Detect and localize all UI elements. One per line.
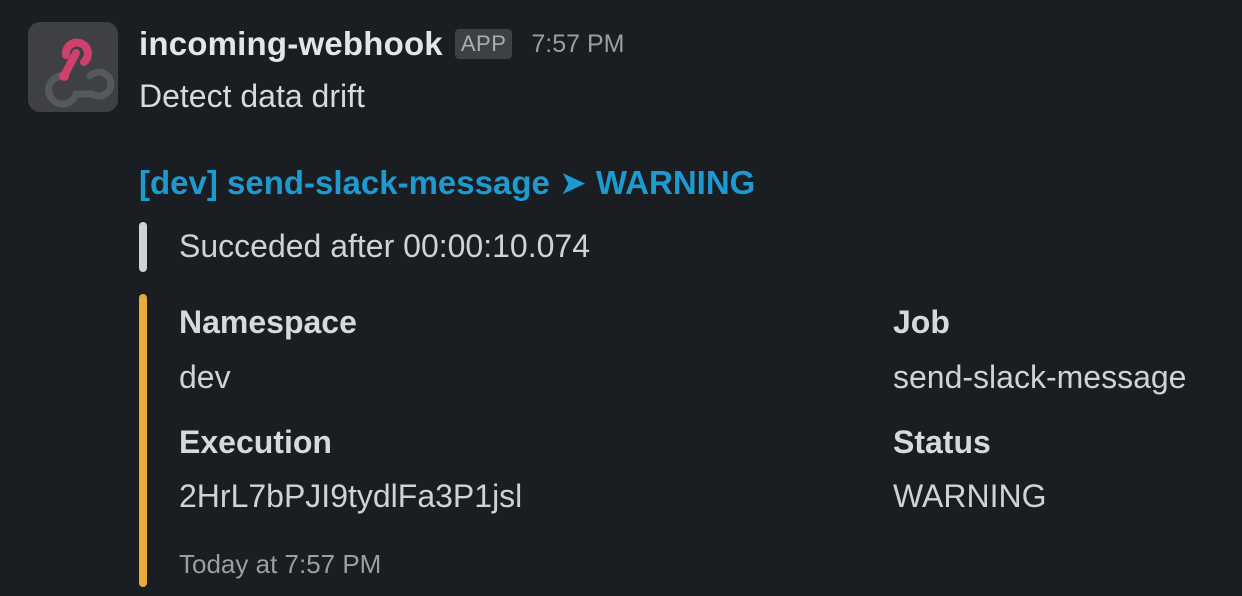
field-value-namespace: dev <box>179 359 231 395</box>
webhook-icon <box>45 38 115 108</box>
warning-accent-bar <box>139 294 147 587</box>
avatar[interactable] <box>28 22 118 112</box>
field-label-job: Job <box>893 304 950 340</box>
message-timestamp[interactable]: 7:57 PM <box>531 30 624 59</box>
field-value-status: WARNING <box>893 478 1047 514</box>
field-label-execution: Execution <box>179 424 332 460</box>
message-header: incoming-webhook APP 7:57 PM <box>139 22 625 66</box>
attachment-title-link[interactable]: [dev] send-slack-message ➤ WARNING <box>139 163 755 202</box>
attachment-footer-timestamp[interactable]: Today at 7:57 PM <box>179 549 381 580</box>
app-badge: APP <box>454 29 513 59</box>
field-label-status: Status <box>893 424 991 460</box>
message-text: Detect data drift <box>139 78 365 114</box>
message: incoming-webhook APP 7:57 PM Detect data… <box>0 0 1242 596</box>
field-value-execution: 2HrL7bPJI9tydlFa3P1jsl <box>179 478 523 514</box>
field-value-job: send-slack-message <box>893 359 1187 395</box>
field-label-namespace: Namespace <box>179 304 357 340</box>
status-text: Succeded after 00:00:10.074 <box>179 228 590 264</box>
status-accent-bar <box>139 222 147 272</box>
sender-name[interactable]: incoming-webhook <box>139 25 443 63</box>
